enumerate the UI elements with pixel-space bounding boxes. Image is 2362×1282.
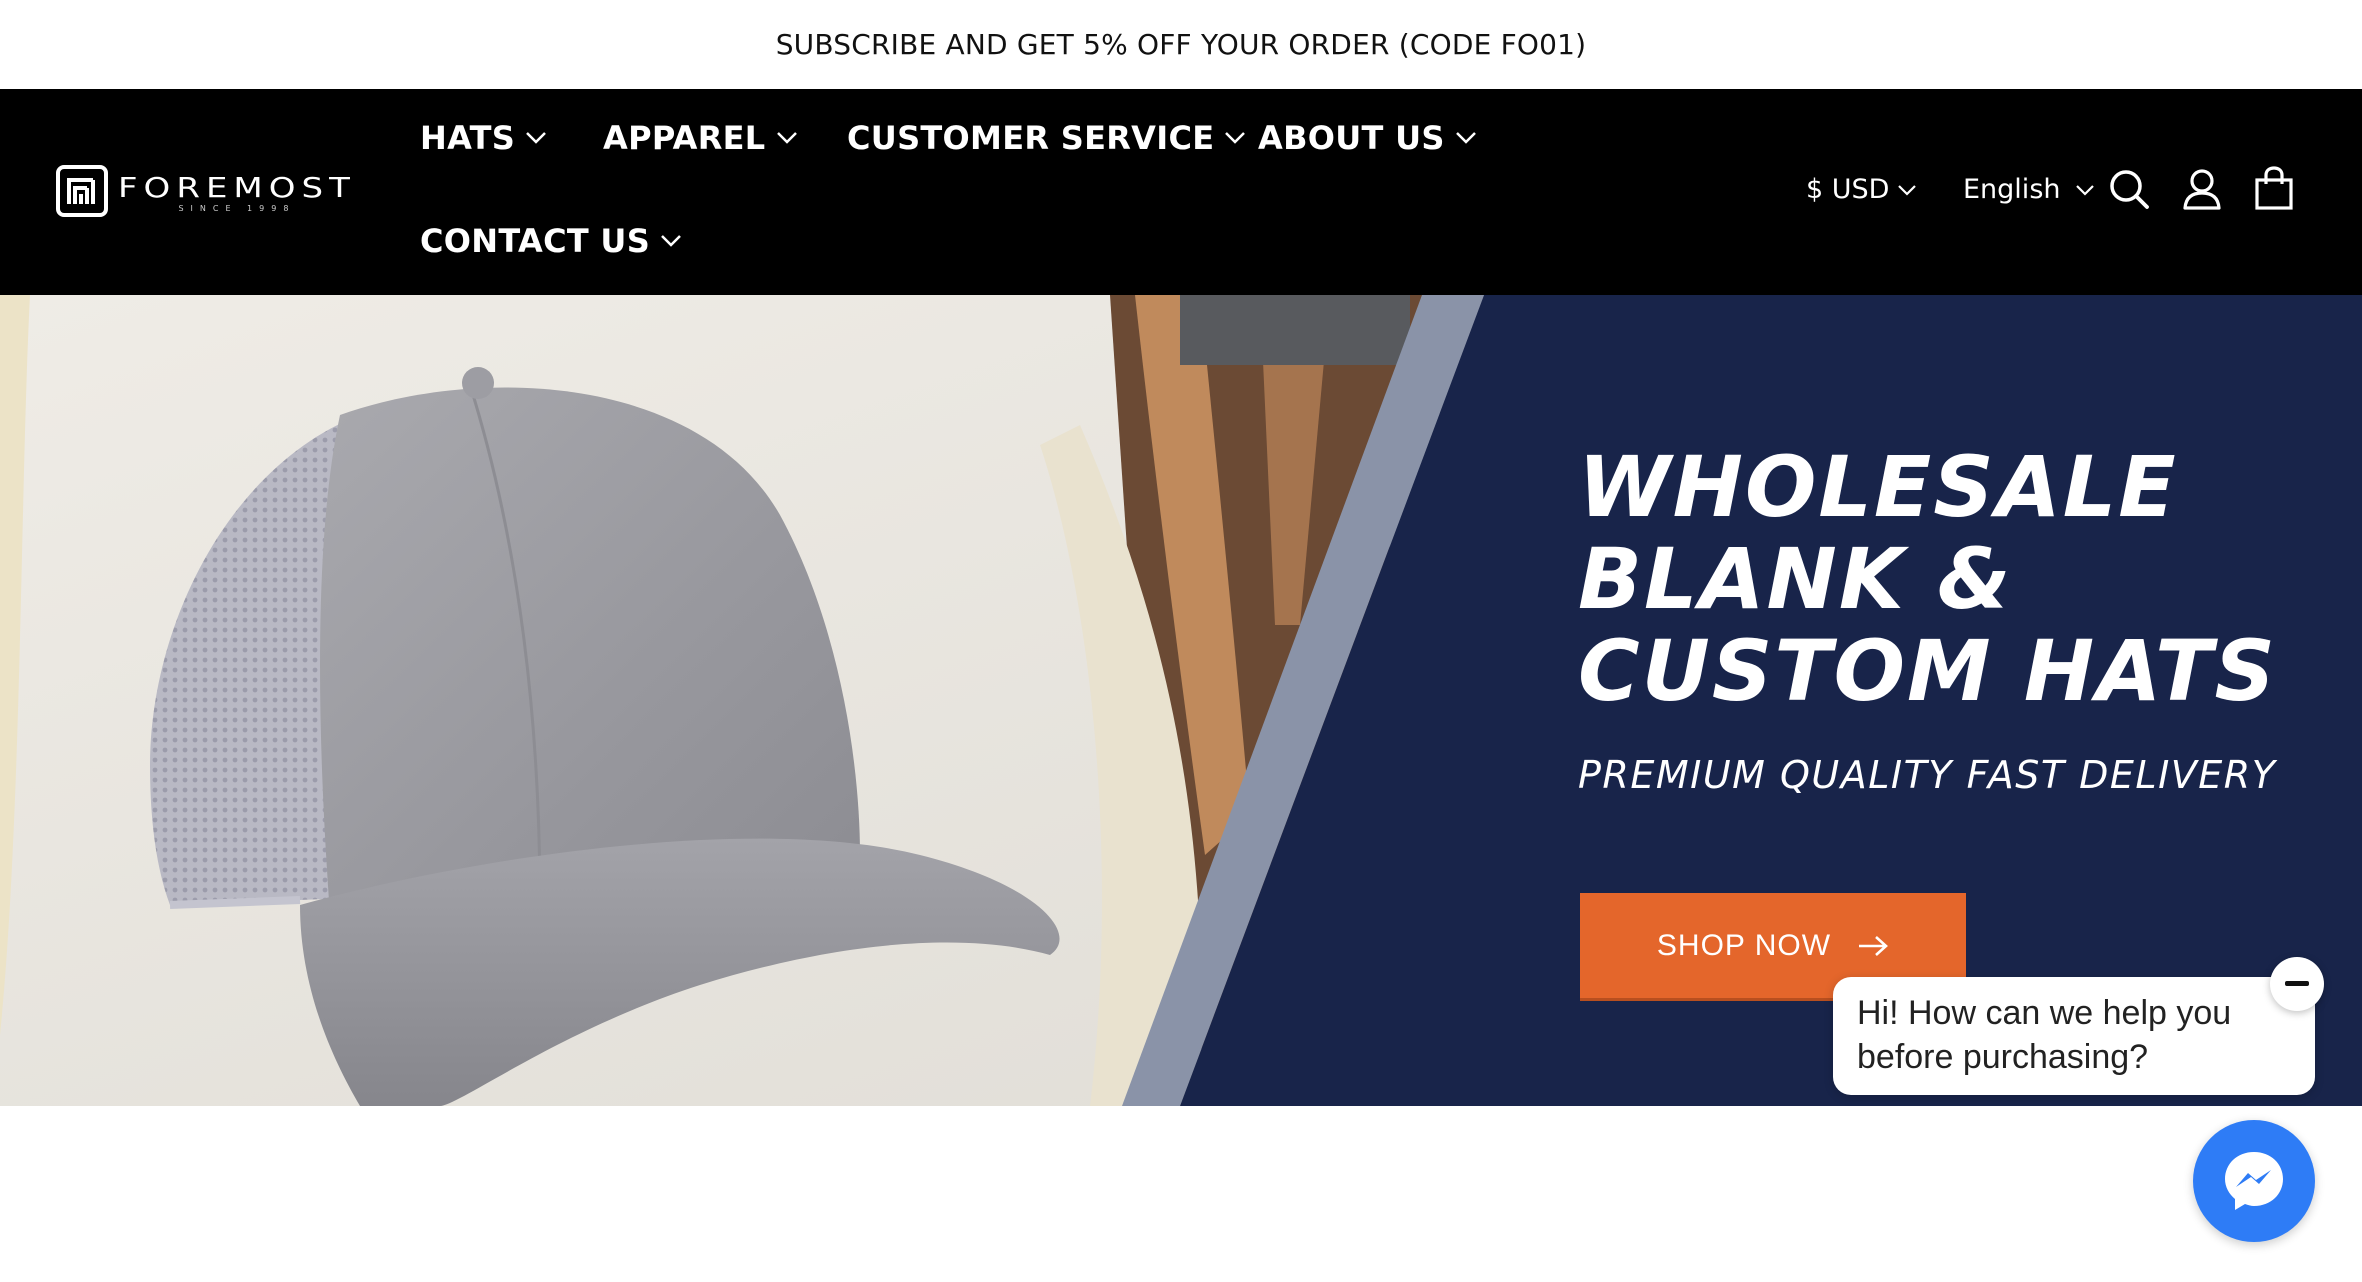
- shop-now-label: SHOP NOW: [1656, 928, 1832, 962]
- cart-icon[interactable]: [2252, 165, 2296, 211]
- nav-apparel[interactable]: APPAREL: [603, 119, 798, 157]
- chat-greeting-line: before purchasing?: [1857, 1038, 2149, 1076]
- currency-selector[interactable]: $ USD: [1806, 174, 1917, 205]
- nav-hats[interactable]: HATS: [420, 119, 547, 157]
- brand-tagline: SINCE 1998: [178, 203, 296, 213]
- chevron-down-icon: [2075, 184, 2095, 196]
- nav-about-us[interactable]: ABOUT US: [1258, 119, 1477, 157]
- nav-hats-label: HATS: [420, 119, 516, 157]
- chevron-down-icon: [1224, 131, 1246, 145]
- chevron-down-icon: [660, 234, 682, 248]
- hero-subtitle: PREMIUM QUALITY FAST DELIVERY: [1578, 753, 2277, 797]
- chevron-down-icon: [1455, 131, 1477, 145]
- account-icon[interactable]: [2180, 167, 2224, 211]
- chat-greeting-line: Hi! How can we help you: [1857, 994, 2232, 1032]
- brand-name: FOREMOST: [118, 171, 356, 204]
- announcement-text: SUBSCRIBE AND GET 5% OFF YOUR ORDER (COD…: [775, 28, 1587, 61]
- search-icon[interactable]: [2107, 167, 2151, 211]
- announcement-bar: SUBSCRIBE AND GET 5% OFF YOUR ORDER (COD…: [0, 0, 2362, 89]
- hero-title-line: CUSTOM HATS: [1578, 622, 2277, 720]
- hero-title: WHOLESALE BLANK & CUSTOM HATS: [1578, 441, 2338, 717]
- nav-contact-us[interactable]: CONTACT US: [420, 222, 682, 260]
- hero-title-line: WHOLESALE: [1578, 438, 2178, 536]
- chevron-down-icon: [776, 131, 798, 145]
- chevron-down-icon: [1897, 184, 1917, 196]
- minus-icon: [2285, 981, 2309, 986]
- brand-logo[interactable]: FOREMOST SINCE 1998: [56, 161, 420, 221]
- chat-dismiss-button[interactable]: [2270, 957, 2324, 1011]
- nav-about-us-label: ABOUT US: [1258, 119, 1445, 157]
- nav-apparel-label: APPAREL: [603, 119, 766, 157]
- currency-label: $ USD: [1806, 174, 1890, 205]
- nav-customer-service-label: CUSTOMER SERVICE: [847, 119, 1215, 157]
- language-selector[interactable]: English: [1963, 174, 2095, 205]
- language-label: English: [1963, 174, 2061, 205]
- site-header: FOREMOST SINCE 1998 HATS APPAREL CUSTOME…: [0, 89, 2362, 295]
- hero-title-line: BLANK &: [1578, 530, 2013, 628]
- nav-customer-service[interactable]: CUSTOMER SERVICE: [847, 119, 1246, 157]
- chat-greeting-bubble[interactable]: Hi! How can we help you before purchasin…: [1833, 977, 2315, 1095]
- messenger-icon: [2225, 1152, 2283, 1210]
- nav-contact-us-label: CONTACT US: [420, 222, 651, 260]
- logo-mark-icon: [56, 165, 108, 217]
- arrow-right-icon: [1857, 935, 1889, 957]
- chevron-down-icon: [525, 131, 547, 145]
- messenger-chat-button[interactable]: [2193, 1120, 2315, 1242]
